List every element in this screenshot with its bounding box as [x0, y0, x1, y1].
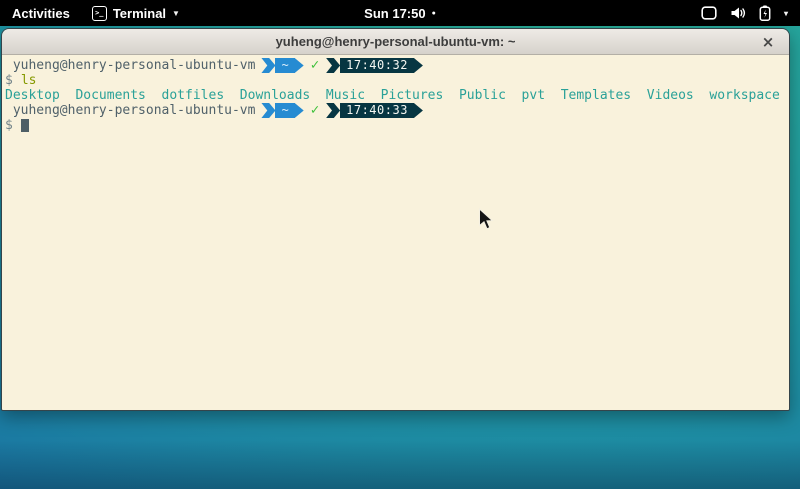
status-check-icon: ✓ — [311, 103, 319, 118]
powerline-arrow-icon — [295, 58, 304, 73]
top-bar: Activities >_ Terminal ▼ Sun 17:50 ● — [0, 0, 800, 26]
notification-dot-icon: ● — [432, 10, 436, 17]
volume-icon — [730, 6, 746, 20]
status-check-icon: ✓ — [311, 58, 319, 73]
terminal-cursor — [21, 119, 29, 132]
prompt-cwd: ~ — [275, 58, 294, 73]
powerline-chevron-icon — [326, 58, 340, 73]
tray-chevron-down-icon: ▾ — [784, 9, 788, 18]
prompt-line: yuheng@henry-personal-ubuntu-vm ~ ✓ 17:4… — [5, 58, 789, 73]
prompt-line: yuheng@henry-personal-ubuntu-vm ~ ✓ 17:4… — [5, 103, 789, 118]
system-tray[interactable]: ▾ — [689, 0, 800, 26]
powerline-arrow-icon — [414, 103, 423, 118]
powerline-chevron-icon — [261, 103, 275, 118]
powerline-chevron-icon — [261, 58, 275, 73]
prompt-user-host: yuheng@henry-personal-ubuntu-vm — [5, 58, 255, 73]
chevron-down-icon: ▼ — [172, 9, 180, 18]
command-text: ls — [21, 73, 37, 88]
screen-icon — [701, 6, 717, 20]
prompt-timestamp: 17:40:32 — [340, 58, 414, 73]
prompt-symbol: $ — [5, 73, 13, 88]
clock[interactable]: Sun 17:50 — [364, 6, 425, 21]
activities-label: Activities — [12, 6, 70, 21]
battery-charging-icon — [759, 5, 771, 21]
prompt-user-host: yuheng@henry-personal-ubuntu-vm — [5, 103, 255, 118]
close-button[interactable]: × — [757, 29, 779, 54]
activities-button[interactable]: Activities — [0, 0, 82, 26]
terminal-icon: >_ — [92, 6, 107, 21]
prompt-symbol: $ — [5, 118, 13, 133]
app-menu-terminal[interactable]: >_ Terminal ▼ — [82, 0, 190, 26]
window-title: yuheng@henry-personal-ubuntu-vm: ~ — [276, 34, 516, 49]
ls-output-line: Desktop Documents dotfiles Downloads Mus… — [5, 88, 789, 103]
powerline-chevron-icon — [326, 103, 340, 118]
prompt-timestamp: 17:40:33 — [340, 103, 414, 118]
prompt-cwd: ~ — [275, 103, 294, 118]
terminal-window: yuheng@henry-personal-ubuntu-vm: ~ × yuh… — [1, 28, 790, 411]
window-titlebar[interactable]: yuheng@henry-personal-ubuntu-vm: ~ × — [2, 29, 789, 55]
command-line: $ ls — [5, 73, 789, 88]
powerline-arrow-icon — [414, 58, 423, 73]
app-menu-label: Terminal — [113, 6, 166, 21]
input-line: $ — [5, 118, 789, 133]
powerline-arrow-icon — [295, 103, 304, 118]
terminal-content[interactable]: yuheng@henry-personal-ubuntu-vm ~ ✓ 17:4… — [2, 55, 789, 410]
